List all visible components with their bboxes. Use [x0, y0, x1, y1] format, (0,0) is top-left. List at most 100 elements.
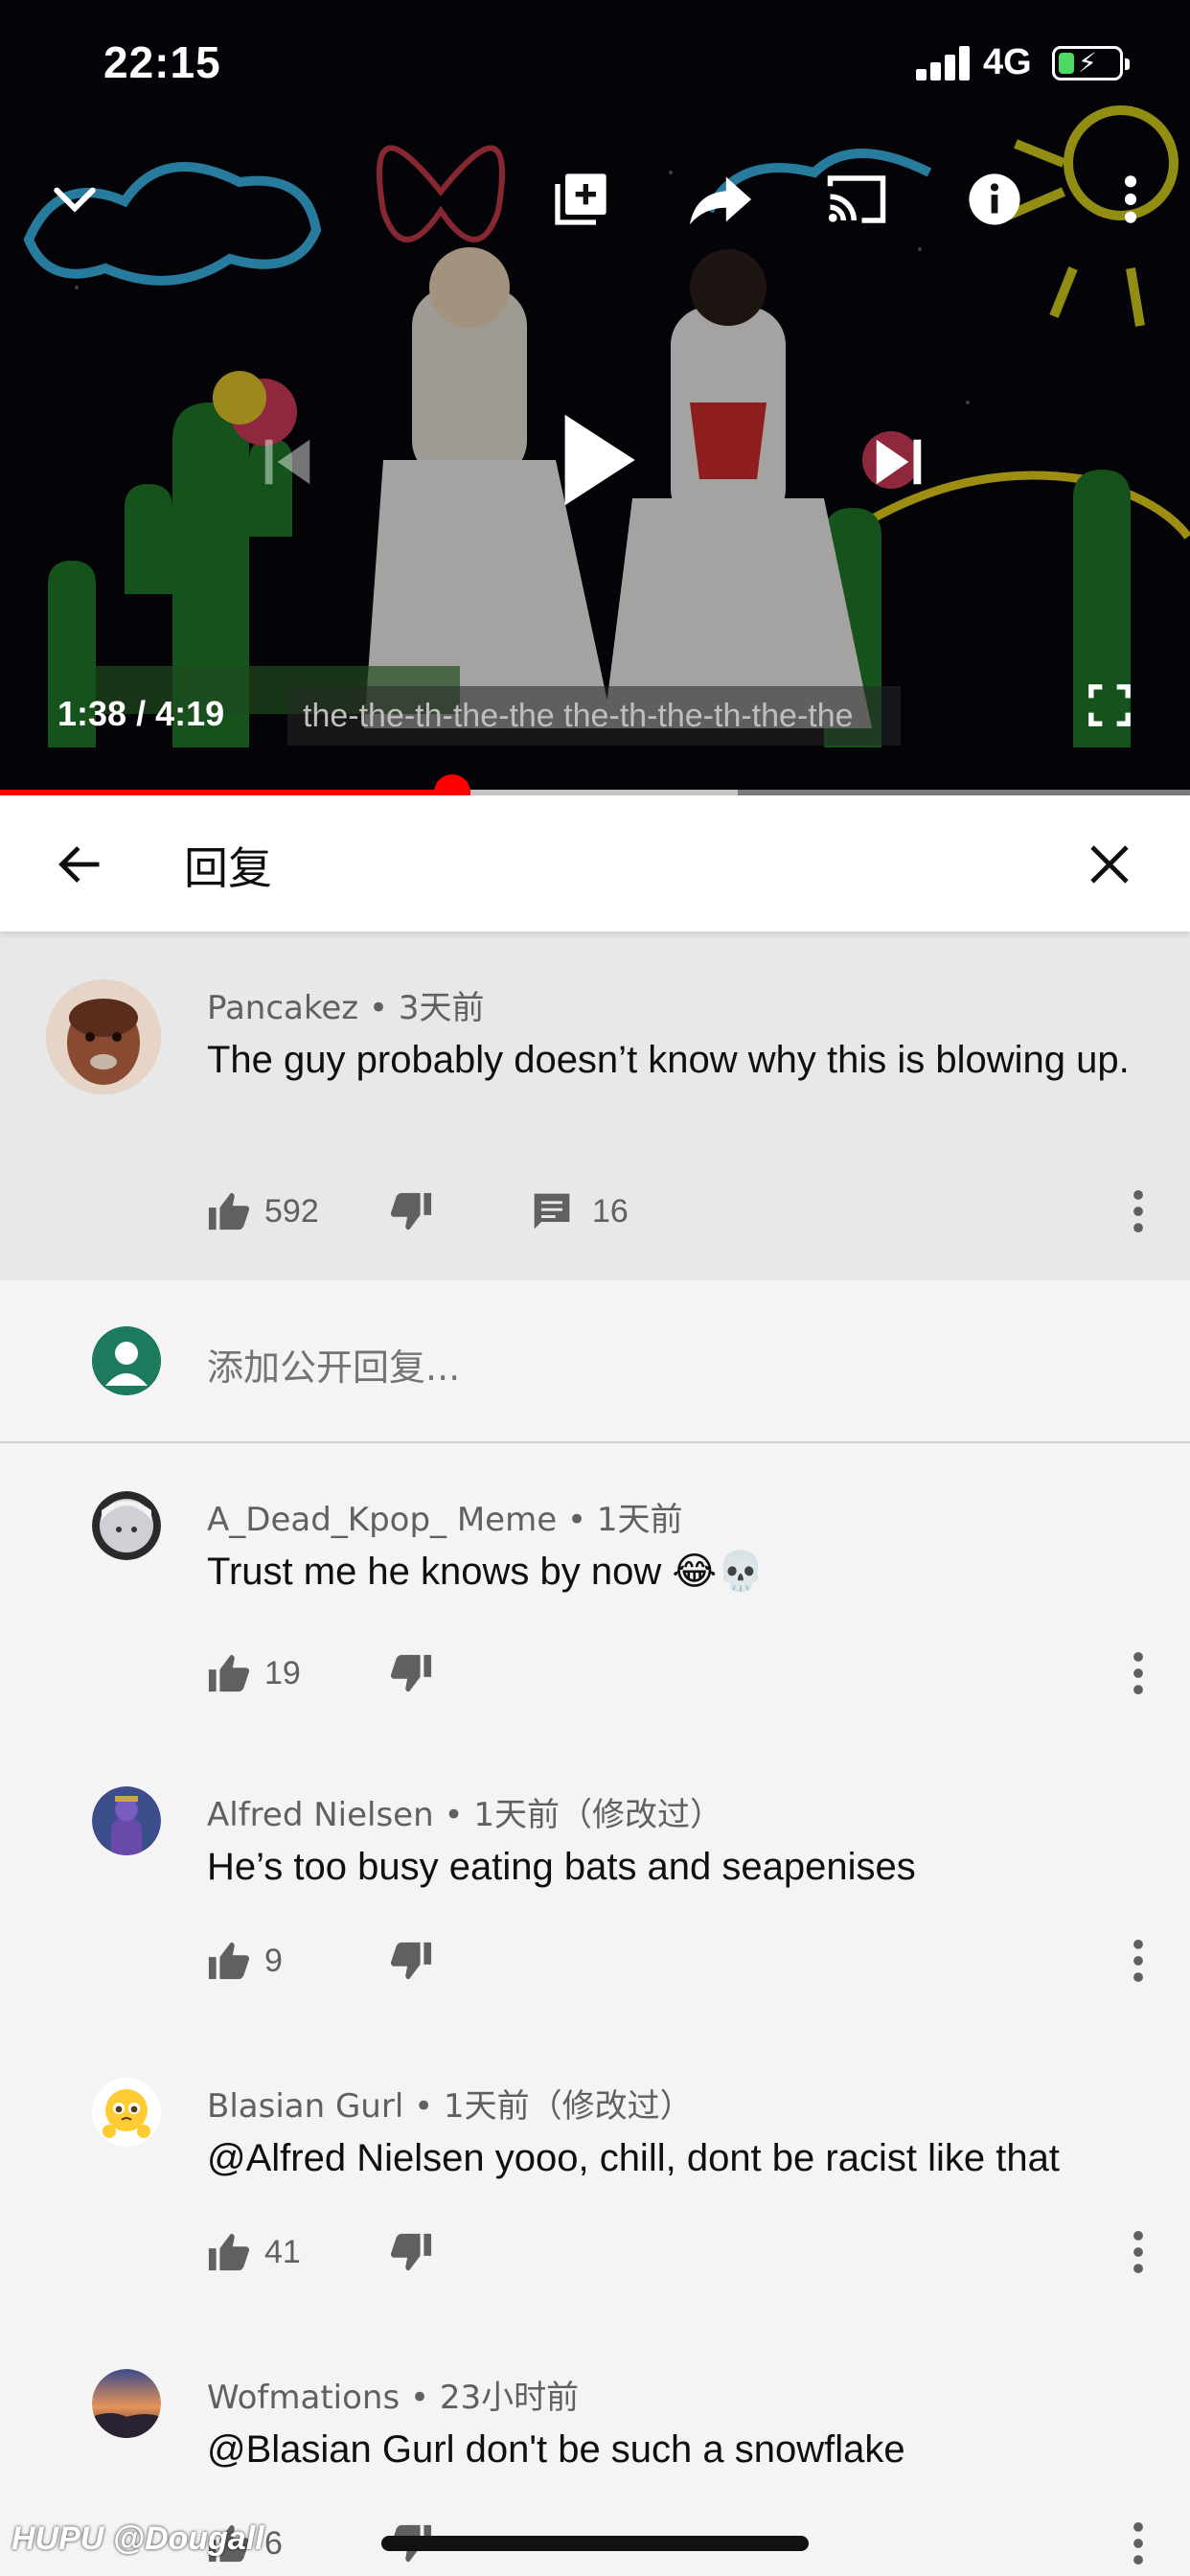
cast-icon[interactable] — [820, 165, 893, 234]
avatar[interactable] — [46, 979, 161, 1094]
author-name[interactable]: Wofmations — [207, 2379, 400, 2417]
time-separator: / — [126, 694, 156, 733]
more-vert-icon[interactable] — [1111, 165, 1150, 234]
replies-title: 回复 — [184, 842, 272, 894]
thumb-down-icon — [390, 1192, 432, 1230]
reply-item: Blasian Gurl • 1天前（修改过） @Alfred Nielsen … — [0, 2030, 1190, 2317]
meta-separator: • — [358, 989, 399, 1027]
reply-count: 16 — [592, 1192, 629, 1230]
comment-more-icon[interactable] — [1119, 2515, 1157, 2572]
comment-text: @Blasian Gurl don't be such a snowflake — [207, 2428, 905, 2471]
like-button[interactable]: 9 — [207, 1934, 283, 1988]
like-count: 592 — [264, 1192, 319, 1230]
charging-icon: ⚡ — [1078, 48, 1097, 78]
reply-composer[interactable]: 添加公开回复... — [0, 1280, 1190, 1443]
thumb-down-icon — [390, 2233, 432, 2271]
comment-meta: Pancakez • 3天前 — [207, 981, 484, 1028]
author-name[interactable]: Alfred Nielsen — [207, 1796, 434, 1834]
reply-item: Alfred Nielsen • 1天前（修改过） He’s too busy … — [0, 1738, 1190, 2026]
signal-strength-icon — [916, 46, 970, 80]
app-screen: { "status_bar": { "time": "22:15", "netw… — [0, 0, 1190, 2576]
comment-actions: 592 16 — [207, 1184, 1190, 1238]
comment-text: Trust me he knows by now 😂💀 — [207, 1551, 765, 1593]
collapse-icon[interactable] — [40, 165, 109, 234]
back-arrow-icon[interactable] — [46, 830, 115, 899]
comment-icon — [534, 1193, 570, 1230]
status-bar: 22:15 4G ⚡ — [0, 0, 1190, 129]
parent-comment: Pancakez • 3天前 The guy probably doesn’t … — [0, 932, 1190, 1280]
add-to-playlist-icon[interactable] — [546, 165, 615, 234]
meta-separator: • — [557, 1501, 597, 1539]
comment-meta: Blasian Gurl • 1天前（修改过） — [207, 2080, 693, 2127]
comment-more-icon[interactable] — [1119, 1932, 1157, 1990]
comment-more-icon[interactable] — [1119, 2223, 1157, 2281]
fullscreen-icon[interactable] — [1081, 677, 1138, 734]
comment-age: 1天前 — [596, 1501, 683, 1539]
comment-actions: 9 — [207, 1934, 1190, 1988]
like-button[interactable]: 41 — [207, 2225, 301, 2279]
comment-text: He’s too busy eating bats and seapenises — [207, 1846, 916, 1888]
status-time: 22:15 — [103, 37, 221, 87]
watermark: HUPU @Dougall — [11, 2520, 264, 2557]
caption-text: the-the-th-the-the the-th-the-th-the-the — [287, 686, 901, 746]
current-time: 1:38 — [57, 694, 127, 733]
meta-separator: • — [400, 2379, 440, 2417]
time-readout: 1:38 / 4:19 — [57, 694, 224, 734]
battery-level — [1059, 53, 1074, 74]
avatar[interactable] — [92, 1786, 161, 1855]
close-icon[interactable] — [1075, 830, 1144, 899]
duration: 4:19 — [155, 694, 225, 733]
dislike-button[interactable] — [389, 1184, 433, 1238]
play-icon[interactable] — [550, 402, 646, 518]
like-count: 9 — [264, 1942, 283, 1979]
share-icon[interactable] — [684, 165, 757, 234]
comment-age: 1天前（修改过） — [443, 2087, 693, 2126]
dislike-button[interactable] — [389, 2225, 433, 2279]
dislike-button[interactable] — [389, 1934, 433, 1988]
thumb-up-icon — [208, 2233, 250, 2271]
like-count: 41 — [264, 2233, 301, 2270]
my-avatar — [92, 1326, 161, 1395]
thumb-down-icon — [390, 1654, 432, 1692]
battery-icon: ⚡ — [1052, 46, 1130, 80]
comment-more-icon[interactable] — [1119, 1183, 1157, 1240]
network-type: 4G — [983, 42, 1032, 82]
meta-separator: • — [433, 1796, 474, 1834]
comment-actions: 41 — [207, 2225, 1190, 2279]
thumb-down-icon — [390, 1942, 432, 1980]
comment-meta: A_Dead_Kpop_ Meme • 1天前 — [207, 1493, 682, 1540]
author-name[interactable]: Pancakez — [207, 989, 358, 1027]
thumb-up-icon — [208, 1942, 250, 1980]
comment-age: 1天前（修改过） — [473, 1796, 722, 1834]
info-icon[interactable] — [960, 165, 1029, 234]
comment-age: 3天前 — [398, 989, 485, 1027]
avatar[interactable] — [92, 2078, 161, 2147]
next-icon[interactable] — [862, 426, 935, 498]
like-button[interactable]: 19 — [207, 1646, 301, 1700]
dislike-button[interactable] — [389, 1646, 433, 1700]
meta-separator: • — [403, 2087, 444, 2126]
author-name[interactable]: A_Dead_Kpop_ Meme — [207, 1501, 557, 1539]
like-count: 6 — [264, 2524, 283, 2562]
comment-meta: Alfred Nielsen • 1天前（修改过） — [207, 1788, 722, 1835]
avatar[interactable] — [92, 2369, 161, 2438]
previous-icon[interactable] — [251, 426, 324, 498]
thumb-up-icon — [208, 1654, 250, 1692]
comment-meta: Wofmations • 23小时前 — [207, 2371, 579, 2418]
thumb-up-icon — [208, 1192, 250, 1230]
comment-age: 23小时前 — [439, 2379, 580, 2417]
avatar[interactable] — [92, 1491, 161, 1560]
author-name[interactable]: Blasian Gurl — [207, 2087, 403, 2126]
comment-text: The guy probably doesn’t know why this i… — [207, 1039, 1130, 1081]
like-button[interactable]: 592 — [207, 1184, 319, 1238]
reply-count-button[interactable]: 16 — [531, 1184, 629, 1238]
home-indicator[interactable] — [381, 2536, 809, 2551]
reply-input-placeholder[interactable]: 添加公开回复... — [207, 1338, 460, 1391]
video-player[interactable]: 22:15 4G ⚡ 1:38 / 4:19 the-the-th-the-th… — [0, 0, 1190, 795]
reply-item: A_Dead_Kpop_ Meme • 1天前 Trust me he know… — [0, 1443, 1190, 1731]
replies-header: 回复 — [0, 795, 1190, 932]
like-count: 19 — [264, 1654, 301, 1691]
comment-actions: 19 — [207, 1646, 1190, 1700]
comment-more-icon[interactable] — [1119, 1644, 1157, 1702]
comment-text: @Alfred Nielsen yooo, chill, dont be rac… — [207, 2137, 1060, 2179]
